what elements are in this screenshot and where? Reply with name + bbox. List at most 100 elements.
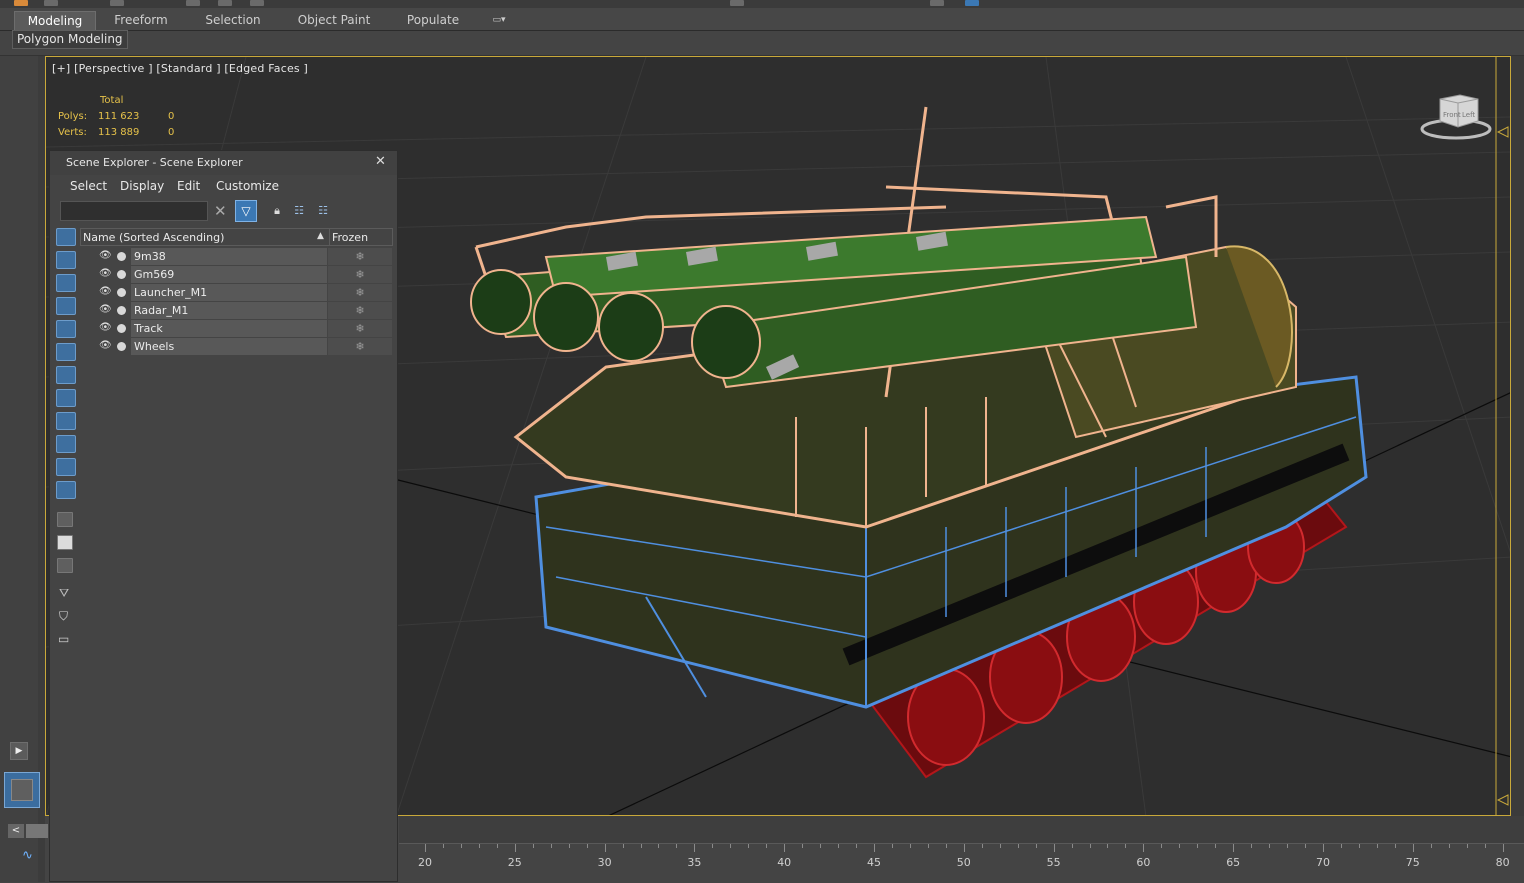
scene-object-row[interactable]: 👁︎ Launcher_M1 ❄ [80,284,393,302]
scene-object-row[interactable]: 👁︎ Wheels ❄ [80,338,393,356]
object-name[interactable]: Track [131,320,327,337]
timeline-ruler[interactable]: 20 25 30 35 40 45 50 55 60 65 70 75 80 [399,843,1524,883]
toolbar-icon[interactable] [218,0,232,6]
tab-populate[interactable]: Populate [398,11,468,29]
timeline-minor-tick [802,844,804,848]
scene-object-row[interactable]: 👁︎ 9m38 ❄ [80,248,393,266]
menu-display[interactable]: Display [120,179,164,193]
toolbar-icon[interactable] [186,0,200,6]
scene-search-input[interactable] [60,201,208,221]
layer-explorer-icon[interactable]: ▭ [58,632,69,646]
scene-object-row[interactable]: 👁︎ Gm569 ❄ [80,266,393,284]
timeline-minor-tick [1466,844,1468,848]
tab-freeform[interactable]: Freeform [104,11,178,29]
expand-arrow-icon[interactable]: ▶ [10,742,28,760]
scene-explorer-title: Scene Explorer - Scene Explorer [66,156,243,169]
render-dot-icon[interactable] [117,324,126,333]
timeline-frame-label: 65 [1226,856,1241,869]
frozen-snowflake-icon[interactable]: ❄ [328,320,392,337]
lights-filter-icon[interactable] [56,274,76,292]
viewcube-icon[interactable]: Front Left [1420,91,1492,141]
visibility-eye-icon[interactable]: 👁︎ [99,287,112,297]
frozen-filter-icon[interactable] [56,458,76,476]
toolbar-icon[interactable] [965,0,979,6]
render-dot-icon[interactable] [117,252,126,261]
hidden-filter-icon[interactable] [56,481,76,499]
object-name[interactable]: Wheels [131,338,327,355]
curve-editor-icon[interactable]: ∿ [22,848,33,863]
timeline-minor-tick [568,844,570,848]
filter-funnel-icon[interactable]: ⛉ [59,609,68,624]
tab-object-paint[interactable]: Object Paint [292,11,376,29]
collapse-left-icon[interactable]: < [8,824,24,838]
object-name[interactable]: Gm569 [131,266,327,283]
timeline-minor-tick [550,844,552,848]
visibility-eye-icon[interactable]: 👁︎ [99,323,112,333]
toolbar-icon[interactable] [730,0,744,6]
visibility-eye-icon[interactable]: 👁︎ [99,251,112,261]
filter-toggle-icon[interactable]: ▽ [235,200,257,222]
toolbar-icon[interactable] [930,0,944,6]
hierarchy-expand-icon[interactable]: ☷ [292,204,306,218]
object-name[interactable]: 9m38 [131,248,327,265]
object-name[interactable]: Launcher_M1 [131,284,327,301]
lock-icon[interactable]: 🔒︎ [270,204,284,218]
scene-list-header[interactable]: Name (Sorted Ascending) ▲ Frozen [80,228,393,246]
spacewarps-filter-icon[interactable] [56,343,76,361]
visibility-eye-icon[interactable]: 👁︎ [99,305,112,315]
visibility-eye-icon[interactable]: 👁︎ [99,269,112,279]
timeline-minor-tick [532,844,534,848]
object-name[interactable]: Radar_M1 [131,302,327,319]
display-none-icon[interactable] [57,535,73,550]
close-icon[interactable]: ✕ [375,154,386,169]
time-slider-area[interactable] [399,816,1524,843]
render-dot-icon[interactable] [117,342,126,351]
menu-edit[interactable]: Edit [177,179,200,193]
geometry-filter-icon[interactable] [56,228,76,246]
viewport-label[interactable]: [+] [Perspective ] [Standard ] [Edged Fa… [52,62,308,75]
frozen-snowflake-icon[interactable]: ❄ [328,266,392,283]
xrefs-filter-icon[interactable] [56,389,76,407]
timeline-tick [604,844,606,852]
toolbar-icon[interactable] [44,0,58,6]
column-frozen-header[interactable]: Frozen [332,231,368,244]
clear-search-icon[interactable]: ✕ [214,202,227,220]
timeline-tick [784,844,786,852]
scene-explorer-titlebar[interactable]: Scene Explorer - Scene Explorer ✕ [50,151,397,175]
tab-modeling[interactable]: Modeling [14,11,96,30]
scene-object-row[interactable]: 👁︎ Track ❄ [80,320,393,338]
display-all-icon[interactable] [57,512,73,527]
frozen-snowflake-icon[interactable]: ❄ [328,338,392,355]
render-dot-icon[interactable] [117,288,126,297]
shapes-filter-icon[interactable] [56,251,76,269]
toolbar-icon[interactable] [110,0,124,6]
viewport-layout-button[interactable] [4,772,40,808]
scene-object-row[interactable]: 👁︎ Radar_M1 ❄ [80,302,393,320]
containers-filter-icon[interactable] [56,435,76,453]
tab-selection[interactable]: Selection [196,11,270,29]
timeline-tick [1233,844,1235,852]
ribbon-options-dropdown-icon[interactable]: ▭▾ [484,11,514,29]
groups-filter-icon[interactable] [56,366,76,384]
polygon-modeling-panel-button[interactable]: Polygon Modeling [12,30,128,49]
timeline-minor-tick [1376,844,1378,848]
menu-customize[interactable]: Customize [216,179,279,193]
filter-settings-icon[interactable]: ⛛ [59,586,69,601]
toolbar-icon[interactable] [14,0,28,6]
display-invert-icon[interactable] [57,558,73,573]
timeline-minor-tick [856,844,858,848]
frozen-snowflake-icon[interactable]: ❄ [328,302,392,319]
bones-filter-icon[interactable] [56,412,76,430]
helpers-filter-icon[interactable] [56,320,76,338]
render-dot-icon[interactable] [117,306,126,315]
left-scroll-handle[interactable] [26,824,48,838]
hierarchy-collapse-icon[interactable]: ☷ [316,204,330,218]
frozen-snowflake-icon[interactable]: ❄ [328,284,392,301]
frozen-snowflake-icon[interactable]: ❄ [328,248,392,265]
visibility-eye-icon[interactable]: 👁︎ [99,341,112,351]
toolbar-icon[interactable] [250,0,264,6]
menu-select[interactable]: Select [70,179,107,193]
column-name-header[interactable]: Name (Sorted Ascending) [83,231,224,244]
cameras-filter-icon[interactable] [56,297,76,315]
render-dot-icon[interactable] [117,270,126,279]
